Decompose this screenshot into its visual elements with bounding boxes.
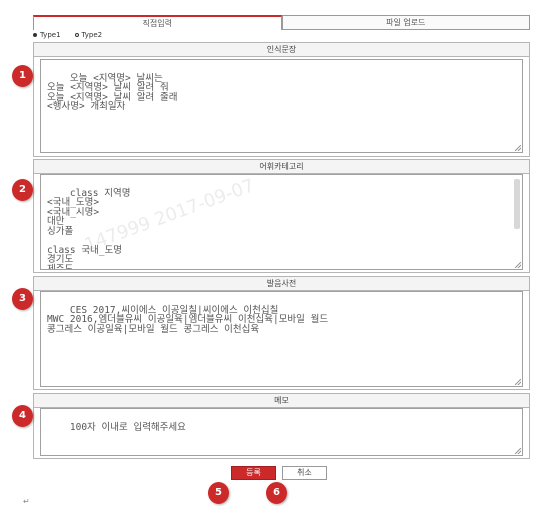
memo-placeholder: 100자 이내로 입력해주세요 bbox=[69, 421, 186, 433]
pronunciation-textarea[interactable]: CES 2017,씨이에스 이공일칠|씨이에스 이천십칠 MWC 2016,엠더… bbox=[40, 291, 523, 387]
resize-handle-icon[interactable] bbox=[515, 145, 521, 151]
radio-selected-icon bbox=[33, 33, 37, 37]
marker-5: 5 bbox=[208, 482, 229, 504]
memo-textarea[interactable]: 100자 이내로 입력해주세요 bbox=[40, 408, 523, 456]
vocab-scrollbar[interactable] bbox=[514, 179, 520, 229]
radio-type1-label: Type1 bbox=[40, 31, 61, 39]
resize-handle-icon[interactable] bbox=[515, 262, 521, 268]
tab-file-upload[interactable]: 파일 업로드 bbox=[281, 15, 530, 30]
resize-handle-icon[interactable] bbox=[515, 379, 521, 385]
pronunciation-section-title: 발음사전 bbox=[34, 277, 529, 291]
marker-1: 1 bbox=[12, 65, 33, 87]
resize-handle-icon[interactable] bbox=[515, 448, 521, 454]
pronunciation-section: 발음사전 CES 2017,씨이에스 이공일칠|씨이에스 이천십칠 MWC 20… bbox=[33, 276, 530, 390]
cancel-button[interactable]: 취소 bbox=[282, 466, 327, 480]
marker-6: 6 bbox=[266, 482, 287, 504]
radio-type2-label: Type2 bbox=[81, 31, 103, 39]
radio-type1[interactable]: Type1 bbox=[33, 31, 61, 39]
marker-2: 2 bbox=[12, 179, 33, 201]
marker-3: 3 bbox=[12, 288, 33, 310]
pronunciation-text: CES 2017,씨이에스 이공일칠|씨이에스 이천십칠 MWC 2016,엠더… bbox=[47, 304, 329, 335]
paragraph-mark: ↵ bbox=[23, 497, 30, 506]
vocab-section-title: 어휘카테고리 bbox=[34, 160, 529, 174]
type-radio-group: Type1 Type2 bbox=[33, 31, 102, 39]
radio-unselected-icon bbox=[74, 33, 79, 37]
sentences-text: 오늘 <지역명> 날씨는 오늘 <지역명> 날씨 알려 줘 오늘 <지역명> 날… bbox=[47, 72, 178, 112]
marker-4: 4 bbox=[12, 405, 33, 427]
memo-section-title: 메모 bbox=[34, 394, 529, 408]
memo-section: 메모 100자 이내로 입력해주세요 bbox=[33, 393, 530, 459]
tab-direct-input[interactable]: 직접입력 bbox=[33, 15, 282, 30]
vocab-textarea[interactable]: class 지역명 <국내_도명> <국내_시명> 대만 싱가폴 class 국… bbox=[40, 174, 523, 270]
vocab-section: 어휘카테고리 class 지역명 <국내_도명> <국내_시명> 대만 싱가폴 … bbox=[33, 159, 530, 273]
sentences-section-title: 인식문장 bbox=[34, 43, 529, 57]
radio-type2[interactable]: Type2 bbox=[74, 31, 103, 39]
sentences-textarea[interactable]: 오늘 <지역명> 날씨는 오늘 <지역명> 날씨 알려 줘 오늘 <지역명> 날… bbox=[40, 59, 523, 153]
input-mode-tabs: 직접입력 파일 업로드 bbox=[33, 15, 530, 30]
submit-button[interactable]: 등록 bbox=[231, 466, 276, 480]
sentences-section: 인식문장 오늘 <지역명> 날씨는 오늘 <지역명> 날씨 알려 줘 오늘 <지… bbox=[33, 42, 530, 157]
